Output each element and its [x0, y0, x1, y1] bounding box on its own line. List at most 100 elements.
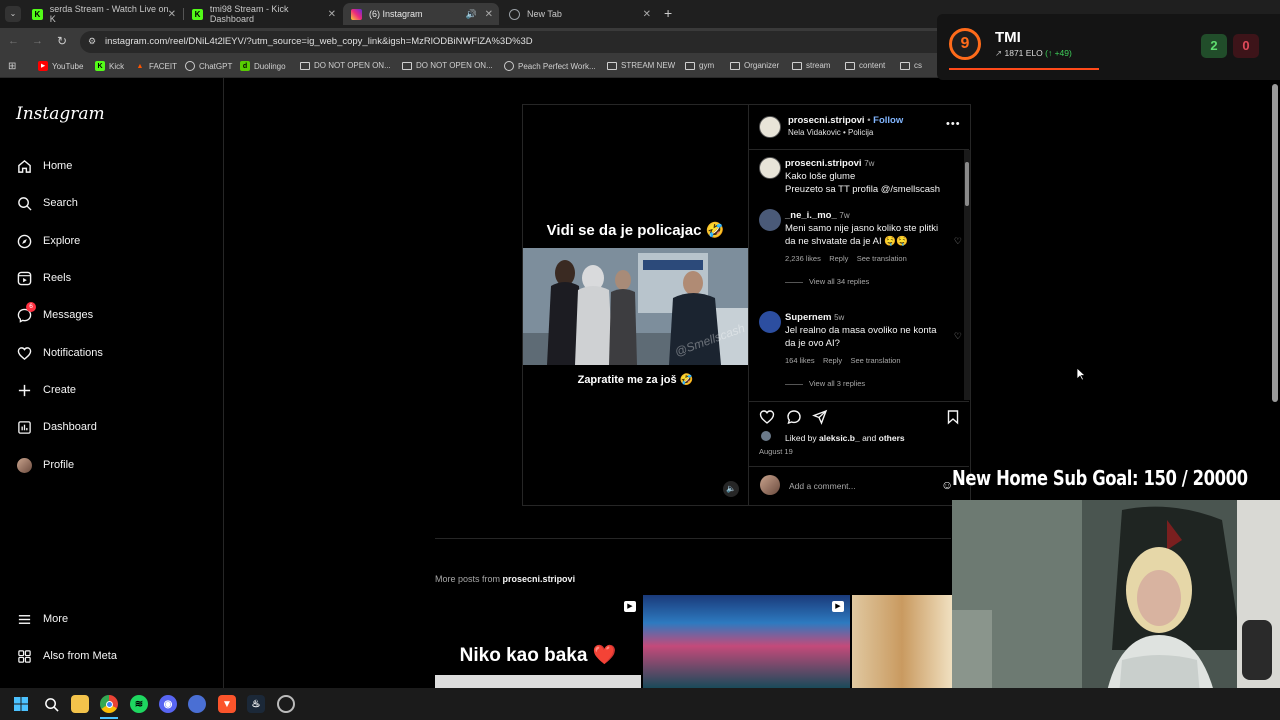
discord-icon[interactable]: ◉: [159, 695, 177, 713]
more-posts-username[interactable]: prosecni.stripovi: [503, 574, 576, 584]
audio-subtitle[interactable]: Nela Vidakovic • Policija: [788, 128, 873, 137]
see-translation-button[interactable]: See translation: [857, 254, 907, 263]
back-icon[interactable]: ←: [8, 35, 19, 47]
comment-heart-icon[interactable]: ♡: [954, 236, 962, 247]
comment-avatar[interactable]: [759, 209, 781, 231]
instagram-logo[interactable]: Instagram: [16, 104, 105, 124]
steam-icon[interactable]: ♨: [247, 695, 265, 713]
bookmark-folder[interactable]: cs: [900, 61, 922, 70]
comment-likes[interactable]: 2,236 likes: [785, 254, 821, 263]
nav-messages[interactable]: 6 Messages: [16, 302, 93, 323]
chrome-icon[interactable]: [100, 695, 118, 713]
bookmark-folder[interactable]: content: [845, 61, 885, 70]
url-text[interactable]: instagram.com/reel/DNiL4t2lEYV/?utm_sour…: [105, 36, 533, 47]
nav-label: Explore: [43, 235, 81, 247]
nav-profile[interactable]: Profile: [16, 457, 74, 473]
bookmark-youtube[interactable]: ▶ YouTube: [38, 61, 83, 71]
site-info-icon[interactable]: ⚙: [88, 36, 96, 47]
bookmark-folder[interactable]: stream: [792, 61, 830, 70]
app-icon[interactable]: [188, 695, 206, 713]
comment-avatar[interactable]: [759, 311, 781, 333]
nav-search[interactable]: Search: [16, 195, 78, 211]
nav-create[interactable]: Create: [16, 382, 76, 398]
more-post-thumbnail[interactable]: Niko kao baka ❤️ ▶: [435, 595, 641, 688]
more-options-icon[interactable]: •••: [946, 118, 961, 130]
speaker-icon[interactable]: 🔊: [466, 9, 477, 20]
comment-icon[interactable]: [786, 409, 802, 425]
comment-username[interactable]: Supernem: [785, 312, 831, 323]
caption-username[interactable]: prosecni.stripovi: [785, 158, 862, 169]
follow-button[interactable]: Follow: [873, 115, 903, 126]
share-icon[interactable]: [812, 409, 828, 425]
view-replies-button[interactable]: View all 34 replies: [785, 275, 943, 288]
nav-reels[interactable]: Reels: [16, 270, 71, 286]
comment-item: _ne_i._mo_ 7w Meni samo nije jasno kolik…: [785, 209, 943, 288]
view-replies-label: View all 3 replies: [809, 379, 866, 388]
comment-likes[interactable]: 164 likes: [785, 356, 815, 365]
tab-kick-dashboard[interactable]: K tmi98 Stream - Kick Dashboard ✕: [184, 3, 342, 25]
comment-heart-icon[interactable]: ♡: [954, 331, 962, 342]
close-icon[interactable]: ✕: [328, 9, 336, 20]
author-avatar[interactable]: [759, 116, 781, 138]
mute-button[interactable]: 🔈: [723, 481, 739, 497]
spotify-icon[interactable]: ≋: [130, 695, 148, 713]
bookmark-peach[interactable]: Peach Perfect Work...: [504, 61, 596, 71]
bookmark-icon[interactable]: [945, 409, 961, 425]
caption-avatar[interactable]: [759, 157, 781, 179]
tab-serda-stream[interactable]: K serda Stream - Watch Live on K ✕: [24, 3, 182, 25]
comments-scrollbar[interactable]: [964, 150, 970, 400]
liker-avatar[interactable]: [760, 430, 772, 442]
bookmark-folder[interactable]: DO NOT OPEN ON...: [402, 61, 493, 70]
nav-more[interactable]: More: [16, 611, 68, 627]
nav-explore[interactable]: Explore: [16, 233, 80, 249]
author-username[interactable]: prosecni.stripovi: [788, 115, 865, 126]
bookmark-folder[interactable]: DO NOT OPEN ON...: [300, 61, 391, 70]
reel-video[interactable]: Vidi se da je policajac 🤣 @Smellscash Za…: [523, 105, 748, 505]
reload-icon[interactable]: ↻: [57, 34, 67, 48]
apps-icon[interactable]: ⊞: [8, 61, 16, 72]
tab-instagram[interactable]: (6) Instagram 🔊 ✕: [343, 3, 499, 25]
brave-icon[interactable]: ▼: [218, 695, 236, 713]
add-comment-input[interactable]: Add a comment...: [789, 481, 856, 491]
forward-icon[interactable]: →: [32, 35, 43, 47]
close-icon[interactable]: ✕: [643, 9, 651, 20]
nav-label: Search: [43, 197, 78, 209]
reply-button[interactable]: Reply: [829, 254, 848, 263]
bookmark-duolingo[interactable]: d Duolingo: [240, 61, 286, 71]
address-bar[interactable]: ⚙ instagram.com/reel/DNiL4t2lEYV/?utm_so…: [80, 31, 950, 53]
tab-search-button[interactable]: ⌄: [5, 6, 21, 22]
more-post-thumbnail[interactable]: ▶: [643, 595, 850, 688]
see-translation-button[interactable]: See translation: [850, 356, 900, 365]
liked-by-others[interactable]: others: [879, 433, 905, 443]
like-icon[interactable]: [759, 409, 775, 425]
nav-also-from-meta[interactable]: Also from Meta: [16, 648, 117, 664]
bookmark-chatgpt[interactable]: ChatGPT: [185, 61, 232, 71]
more-post-thumbnail[interactable]: [852, 595, 952, 688]
obs-icon[interactable]: [277, 695, 295, 713]
view-replies-button[interactable]: View all 3 replies: [785, 377, 943, 390]
nav-notifications[interactable]: Notifications: [16, 345, 103, 361]
nav-home[interactable]: Home: [16, 158, 72, 174]
nav-label: Dashboard: [43, 421, 97, 433]
nav-dashboard[interactable]: Dashboard: [16, 419, 97, 435]
bookmark-folder[interactable]: Organizer: [730, 61, 779, 70]
tab-new-tab[interactable]: New Tab ✕: [501, 3, 657, 25]
folder-icon: [300, 61, 310, 70]
bookmark-folder[interactable]: STREAM NEW: [607, 61, 675, 70]
reply-button[interactable]: Reply: [823, 356, 842, 365]
bookmark-label: DO NOT OPEN ON...: [416, 61, 493, 70]
file-explorer-icon[interactable]: [71, 695, 89, 713]
scrollbar-thumb[interactable]: [1272, 84, 1278, 402]
comment-username[interactable]: _ne_i._mo_: [785, 210, 837, 221]
new-tab-button[interactable]: +: [664, 5, 672, 21]
liker-username[interactable]: aleksic.b_: [819, 433, 860, 443]
search-icon[interactable]: [42, 695, 60, 713]
bookmark-kick[interactable]: K Kick: [95, 61, 124, 71]
bookmark-faceit[interactable]: ▲ FACEIT: [135, 61, 177, 71]
windows-start-icon[interactable]: [12, 695, 30, 713]
scrollbar-thumb[interactable]: [965, 162, 969, 206]
close-icon[interactable]: ✕: [485, 9, 493, 20]
close-icon[interactable]: ✕: [168, 9, 176, 20]
webcam-feed: [952, 500, 1280, 720]
bookmark-folder[interactable]: gym: [685, 61, 714, 70]
